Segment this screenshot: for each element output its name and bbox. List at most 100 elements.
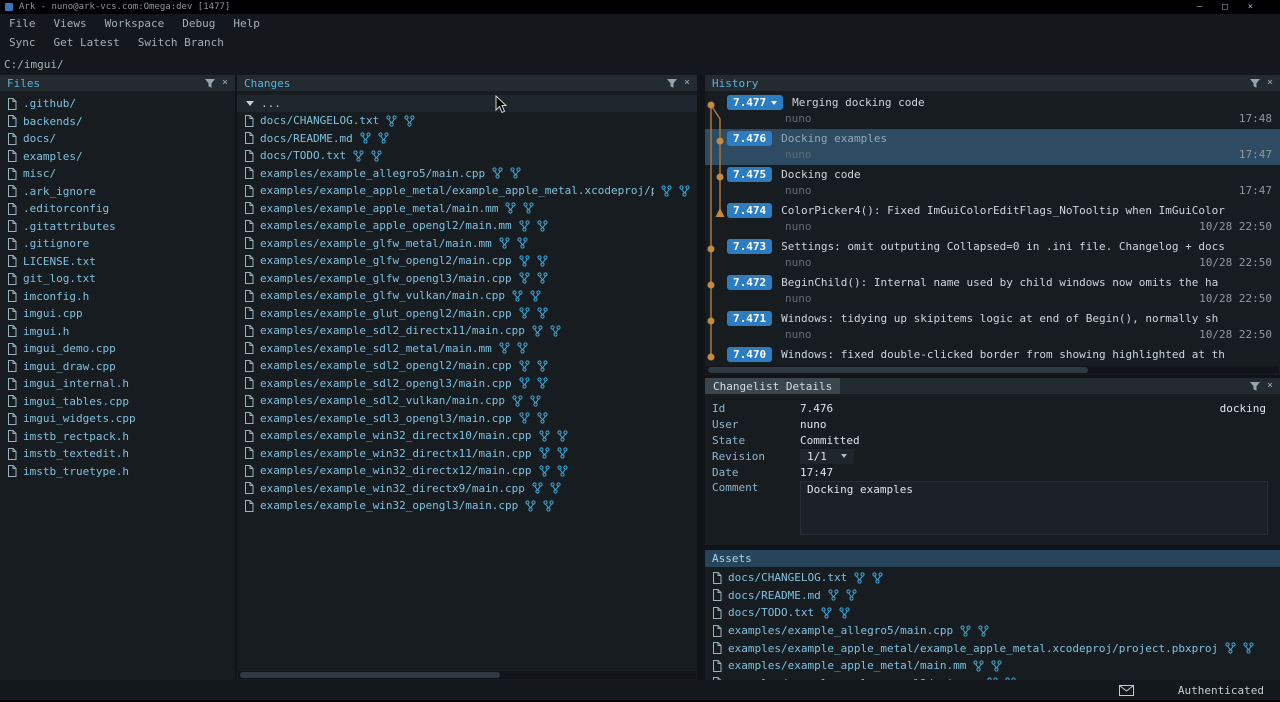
- asset-row[interactable]: docs/CHANGELOG.txt: [705, 569, 1280, 587]
- filter-icon[interactable]: [666, 78, 678, 89]
- close-panel-icon[interactable]: ×: [222, 78, 228, 88]
- file-row[interactable]: imgui_demo.cpp: [0, 340, 235, 358]
- file-row[interactable]: imgui_widgets.cpp: [0, 410, 235, 428]
- change-row[interactable]: examples/example_glfw_metal/main.mm: [237, 235, 697, 253]
- close-panel-icon[interactable]: ×: [684, 78, 690, 88]
- file-name: misc/: [23, 167, 56, 180]
- asset-row[interactable]: docs/README.md: [705, 587, 1280, 605]
- commit-row[interactable]: 7.477 Merging docking code nuno 17:48: [705, 93, 1280, 129]
- change-row[interactable]: examples/example_win32_directx9/main.cpp: [237, 480, 697, 498]
- change-row[interactable]: examples/example_sdl2_vulkan/main.cpp: [237, 392, 697, 410]
- change-row[interactable]: docs/CHANGELOG.txt: [237, 112, 697, 130]
- file-row[interactable]: imstb_textedit.h: [0, 445, 235, 463]
- revision-badge[interactable]: 7.471: [727, 311, 772, 326]
- menu-item[interactable]: Help: [224, 17, 269, 30]
- change-row[interactable]: docs/README.md: [237, 130, 697, 148]
- change-row[interactable]: docs/TODO.txt: [237, 147, 697, 165]
- change-row[interactable]: examples/example_allegro5/main.cpp: [237, 165, 697, 183]
- file-row[interactable]: imgui.h: [0, 323, 235, 341]
- file-row[interactable]: .gitattributes: [0, 218, 235, 236]
- change-row[interactable]: examples/example_glfw_opengl2/main.cpp: [237, 252, 697, 270]
- change-row[interactable]: examples/example_win32_opengl3/main.cpp: [237, 497, 697, 515]
- scrollbar-thumb[interactable]: [708, 367, 1088, 373]
- revision-badge[interactable]: 7.474: [727, 203, 772, 218]
- change-row[interactable]: examples/example_sdl2_metal/main.mm: [237, 340, 697, 358]
- file-row[interactable]: imconfig.h: [0, 288, 235, 306]
- menu-item[interactable]: Workspace: [96, 17, 174, 30]
- commit-row[interactable]: 7.470 Windows: fixed double-clicked bord…: [705, 345, 1280, 367]
- revision-badge[interactable]: 7.470: [727, 347, 772, 362]
- file-name: imgui.cpp: [23, 307, 83, 320]
- file-row[interactable]: imgui_tables.cpp: [0, 393, 235, 411]
- file-row[interactable]: misc/: [0, 165, 235, 183]
- file-row[interactable]: imstb_truetype.h: [0, 463, 235, 481]
- file-row[interactable]: LICENSE.txt: [0, 253, 235, 271]
- scrollbar-thumb[interactable]: [240, 672, 500, 678]
- change-row[interactable]: examples/example_win32_directx12/main.cp…: [237, 462, 697, 480]
- assets-header[interactable]: Assets: [705, 550, 1280, 567]
- revision-number: 7.473: [733, 240, 766, 253]
- asset-row[interactable]: docs/TODO.txt: [705, 604, 1280, 622]
- close-panel-icon[interactable]: ×: [1267, 381, 1273, 391]
- menu-item[interactable]: File: [0, 17, 45, 30]
- change-row[interactable]: examples/example_sdl3_opengl3/main.cpp: [237, 410, 697, 428]
- minimize-icon[interactable]: –: [1197, 2, 1202, 12]
- change-row[interactable]: examples/example_apple_metal/main.mm: [237, 200, 697, 218]
- commit-row[interactable]: 7.476 Docking examples nuno 17:47: [705, 129, 1280, 165]
- menu-item[interactable]: Views: [45, 17, 96, 30]
- filter-icon[interactable]: [204, 78, 216, 89]
- change-row[interactable]: examples/example_glfw_vulkan/main.cpp: [237, 287, 697, 305]
- menu-item[interactable]: Debug: [173, 17, 224, 30]
- commit-row[interactable]: 7.474 ColorPicker4(): Fixed ImGuiColorEd…: [705, 201, 1280, 237]
- file-row[interactable]: examples/: [0, 148, 235, 166]
- revision-select[interactable]: 1/1: [800, 449, 854, 464]
- change-row[interactable]: examples/example_glut_opengl2/main.cpp: [237, 305, 697, 323]
- branch-icon: [530, 290, 541, 302]
- maximize-icon[interactable]: □: [1222, 2, 1227, 12]
- file-row[interactable]: .github/: [0, 95, 235, 113]
- change-row[interactable]: examples/example_win32_directx11/main.cp…: [237, 445, 697, 463]
- revision-badge[interactable]: 7.475: [727, 167, 772, 182]
- commit-row[interactable]: 7.473 Settings: omit outputing Collapsed…: [705, 237, 1280, 273]
- commit-row[interactable]: 7.472 BeginChild(): Internal name used b…: [705, 273, 1280, 309]
- change-row[interactable]: examples/example_sdl2_opengl2/main.cpp: [237, 357, 697, 375]
- file-row[interactable]: imgui_draw.cpp: [0, 358, 235, 376]
- change-row[interactable]: examples/example_sdl2_directx11/main.cpp: [237, 322, 697, 340]
- change-row[interactable]: examples/example_apple_opengl2/main.mm: [237, 217, 697, 235]
- change-row[interactable]: examples/example_apple_metal/example_app…: [237, 182, 697, 200]
- revision-badge[interactable]: 7.476: [727, 131, 772, 146]
- change-row[interactable]: examples/example_glfw_opengl3/main.cpp: [237, 270, 697, 288]
- asset-row[interactable]: examples/example_allegro5/main.cpp: [705, 622, 1280, 640]
- file-row[interactable]: imgui_internal.h: [0, 375, 235, 393]
- file-row[interactable]: imgui.cpp: [0, 305, 235, 323]
- mail-icon[interactable]: [1119, 685, 1134, 696]
- revision-badge[interactable]: 7.473: [727, 239, 772, 254]
- file-row[interactable]: imstb_rectpack.h: [0, 428, 235, 446]
- filter-icon[interactable]: [1249, 78, 1261, 89]
- file-row[interactable]: docs/: [0, 130, 235, 148]
- toolbar-button[interactable]: Sync: [0, 36, 45, 49]
- filter-icon[interactable]: [1249, 381, 1261, 392]
- file-row[interactable]: git_log.txt: [0, 270, 235, 288]
- changes-root-node[interactable]: ...: [237, 95, 697, 112]
- branch-icon: [539, 430, 550, 442]
- revision-badge[interactable]: 7.472: [727, 275, 772, 290]
- file-row[interactable]: .ark_ignore: [0, 183, 235, 201]
- file-row[interactable]: .gitignore: [0, 235, 235, 253]
- revision-badge[interactable]: 7.477: [727, 95, 783, 110]
- asset-row[interactable]: examples/example_apple_metal/main.mm: [705, 657, 1280, 675]
- asset-row[interactable]: examples/example_apple_metal/example_app…: [705, 639, 1280, 657]
- change-row[interactable]: examples/example_win32_directx10/main.cp…: [237, 427, 697, 445]
- change-row[interactable]: examples/example_sdl2_opengl3/main.cpp: [237, 375, 697, 393]
- close-icon[interactable]: ×: [1248, 2, 1253, 12]
- toolbar-button[interactable]: Get Latest: [45, 36, 129, 49]
- branch-icon: [371, 150, 382, 162]
- commit-row[interactable]: 7.471 Windows: tidying up skipitems logi…: [705, 309, 1280, 345]
- toolbar-button[interactable]: Switch Branch: [129, 36, 233, 49]
- comment-field[interactable]: Docking examples: [800, 481, 1268, 535]
- commit-row[interactable]: 7.475 Docking code nuno 17:47: [705, 165, 1280, 201]
- close-panel-icon[interactable]: ×: [1267, 78, 1273, 88]
- file-row[interactable]: .editorconfig: [0, 200, 235, 218]
- expander-down-icon[interactable]: [246, 101, 254, 106]
- file-row[interactable]: backends/: [0, 113, 235, 131]
